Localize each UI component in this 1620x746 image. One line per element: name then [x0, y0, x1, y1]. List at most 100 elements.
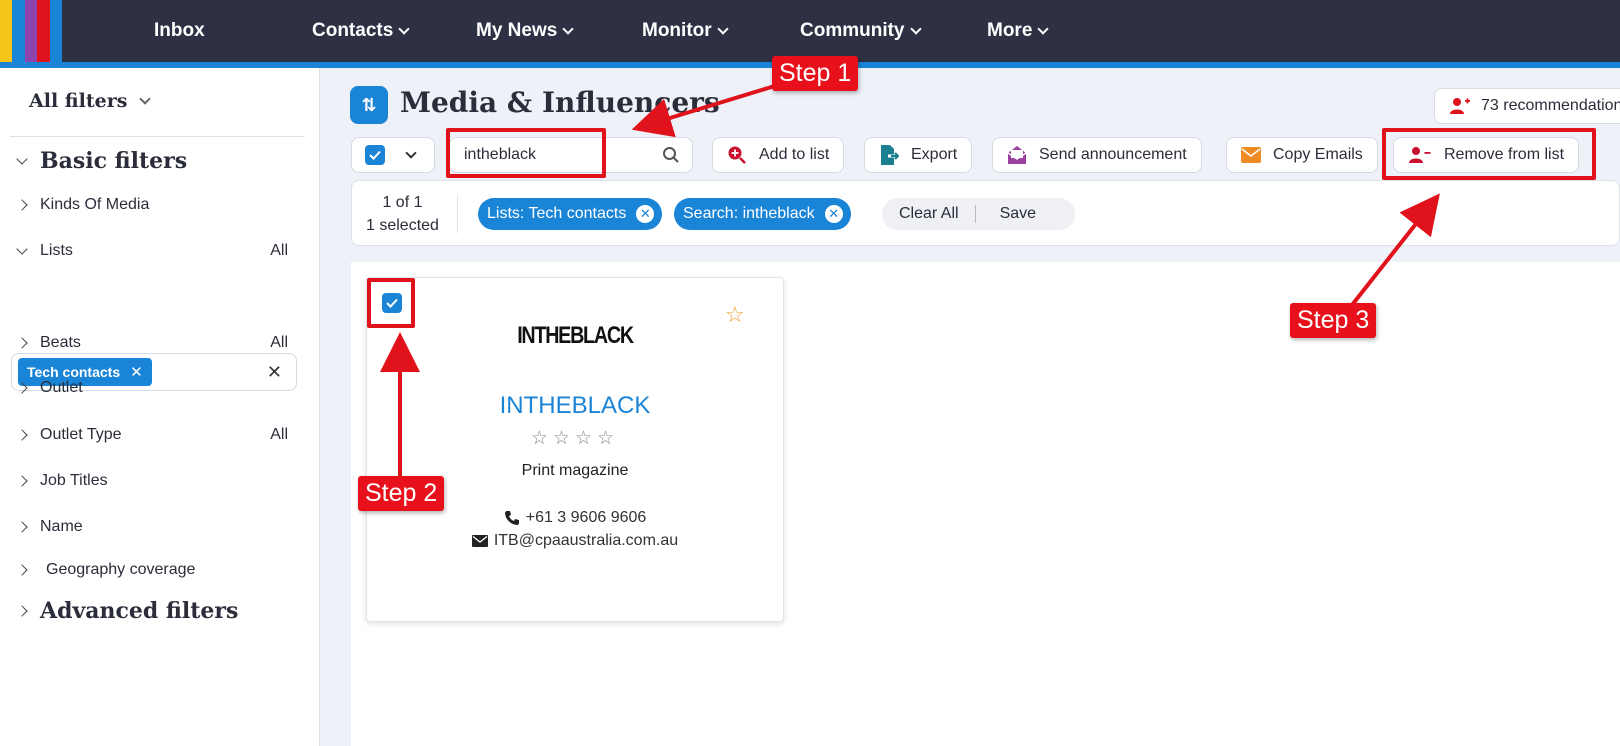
chip-label: Search: intheblack — [683, 205, 815, 222]
chevron-right-icon — [16, 382, 28, 394]
export-label: Export — [911, 146, 958, 163]
sort-icon[interactable]: ⇅ — [350, 86, 388, 124]
chevron-down-icon — [16, 152, 28, 165]
filter-label: Outlet Type — [40, 426, 122, 443]
chevron-down-icon — [16, 242, 28, 255]
filter-outlet-type[interactable]: Outlet Type All — [16, 426, 288, 444]
filter-outlet[interactable]: Outlet — [16, 379, 288, 397]
app-logo[interactable] — [0, 0, 63, 62]
media-card[interactable]: ☆ INTHEBLACK INTHEBLACK ☆☆☆☆ Print magaz… — [366, 277, 784, 622]
nav-my-news[interactable]: My News — [476, 0, 574, 62]
filter-lists[interactable]: Lists All — [16, 242, 288, 260]
envelope-icon — [1241, 147, 1261, 163]
nav-monitor[interactable]: Monitor — [642, 0, 729, 62]
filter-label: Outlet — [40, 379, 83, 396]
filter-kinds-of-media[interactable]: Kinds Of Media — [16, 196, 288, 214]
chevron-down-icon — [716, 22, 729, 35]
check-icon — [369, 150, 381, 160]
send-announcement-label: Send announcement — [1039, 146, 1187, 163]
nav-my-news-label: My News — [476, 20, 558, 41]
filter-label: Lists — [40, 242, 73, 259]
export-button[interactable]: Export — [864, 137, 973, 173]
basic-filters-label: Basic filters — [40, 148, 188, 174]
filter-name[interactable]: Name — [16, 518, 288, 536]
sidebar-divider — [10, 136, 305, 137]
result-count: 1 of 1 1 selected — [366, 191, 439, 237]
chevron-right-icon — [16, 605, 28, 617]
chevron-right-icon — [16, 521, 28, 533]
chevron-right-icon — [16, 564, 28, 576]
envelope-open-icon — [1007, 146, 1027, 164]
step1-highlight — [446, 128, 606, 178]
chevron-down-icon — [1037, 22, 1050, 35]
chevron-right-icon — [16, 337, 28, 349]
select-all-dropdown[interactable] — [351, 137, 435, 173]
page-title: Media & Influencers — [400, 86, 720, 119]
clear-save-separator — [974, 205, 976, 223]
clear-all-button[interactable]: Clear All — [899, 205, 959, 223]
filter-geography-coverage[interactable]: Geography coverage — [16, 561, 288, 579]
clear-save-group: Clear All Save — [882, 198, 1075, 230]
all-filters-dropdown[interactable]: All filters — [29, 90, 152, 112]
filter-job-titles[interactable]: Job Titles — [16, 472, 288, 490]
advanced-filters-header[interactable]: Advanced filters — [16, 598, 239, 624]
phone-icon — [504, 511, 519, 525]
filter-label: Job Titles — [40, 472, 108, 489]
status-divider — [457, 195, 458, 233]
outlet-name[interactable]: INTHEBLACK — [367, 392, 783, 420]
save-button[interactable]: Save — [1000, 205, 1036, 223]
copy-emails-button[interactable]: Copy Emails — [1226, 137, 1378, 173]
filter-value: All — [270, 426, 288, 443]
rating-stars[interactable]: ☆☆☆☆ — [367, 427, 783, 450]
chevron-down-icon — [405, 146, 417, 159]
phone-value: +61 3 9606 9606 — [525, 509, 647, 526]
nav-more[interactable]: More — [987, 0, 1050, 62]
recommendations-label: 73 recommendations — [1481, 97, 1620, 114]
filter-label: Name — [40, 518, 83, 535]
outlet-logo: INTHEBLACK — [517, 322, 634, 349]
export-icon — [881, 145, 899, 165]
add-person-icon — [1450, 98, 1470, 114]
filter-label: Geography coverage — [46, 561, 196, 578]
step2-label: Step 2 — [358, 476, 445, 511]
chevron-right-icon — [16, 429, 28, 441]
nav-more-label: More — [987, 20, 1033, 41]
basic-filters-header[interactable]: Basic filters — [16, 148, 188, 174]
filter-value: All — [270, 242, 288, 259]
chevron-down-icon — [398, 22, 410, 35]
tag-label: Tech contacts — [27, 364, 121, 380]
advanced-filters-label: Advanced filters — [40, 598, 239, 624]
nav-contacts-label: Contacts — [312, 20, 394, 41]
select-all-checkbox[interactable] — [365, 145, 385, 165]
envelope-icon — [471, 535, 488, 547]
filter-sidebar: All filters Basic filters Kinds Of Media… — [0, 68, 320, 746]
add-to-list-label: Add to list — [759, 146, 830, 163]
recommendations-button[interactable]: 73 recommendations — [1434, 88, 1620, 124]
nav-contacts[interactable]: Contacts — [312, 0, 410, 62]
chevron-right-icon — [16, 199, 28, 211]
remove-chip-icon[interactable]: ✕ — [824, 205, 843, 223]
step2-highlight — [367, 278, 415, 328]
filter-beats[interactable]: Beats All — [16, 334, 288, 352]
add-to-list-icon — [728, 146, 746, 164]
step3-label: Step 3 — [1290, 303, 1377, 338]
chevron-down-icon — [909, 22, 922, 35]
outlet-email[interactable]: ITB@cpaaustralia.com.au — [367, 532, 783, 550]
selected-count: 1 selected — [366, 217, 439, 234]
chevron-down-icon — [139, 92, 152, 105]
search-icon[interactable] — [662, 146, 680, 164]
remove-chip-icon[interactable]: ✕ — [636, 205, 655, 223]
nav-inbox-label: Inbox — [154, 20, 205, 41]
step1-label: Step 1 — [772, 56, 859, 91]
nav-monitor-label: Monitor — [642, 20, 712, 41]
nav-community[interactable]: Community — [800, 0, 922, 62]
add-to-list-button[interactable]: Add to list — [712, 137, 845, 173]
nav-inbox[interactable]: Inbox — [154, 0, 205, 62]
send-announcement-button[interactable]: Send announcement — [992, 137, 1202, 173]
chip-label: Lists: Tech contacts — [487, 205, 627, 222]
results-status-bar: 1 of 1 1 selected Lists: Tech contacts ✕ … — [351, 180, 1620, 246]
filter-chip-search: Search: intheblack ✕ — [674, 198, 851, 230]
page-count: 1 of 1 — [382, 194, 423, 211]
filter-label: Beats — [40, 334, 81, 351]
email-value: ITB@cpaaustralia.com.au — [493, 532, 679, 549]
